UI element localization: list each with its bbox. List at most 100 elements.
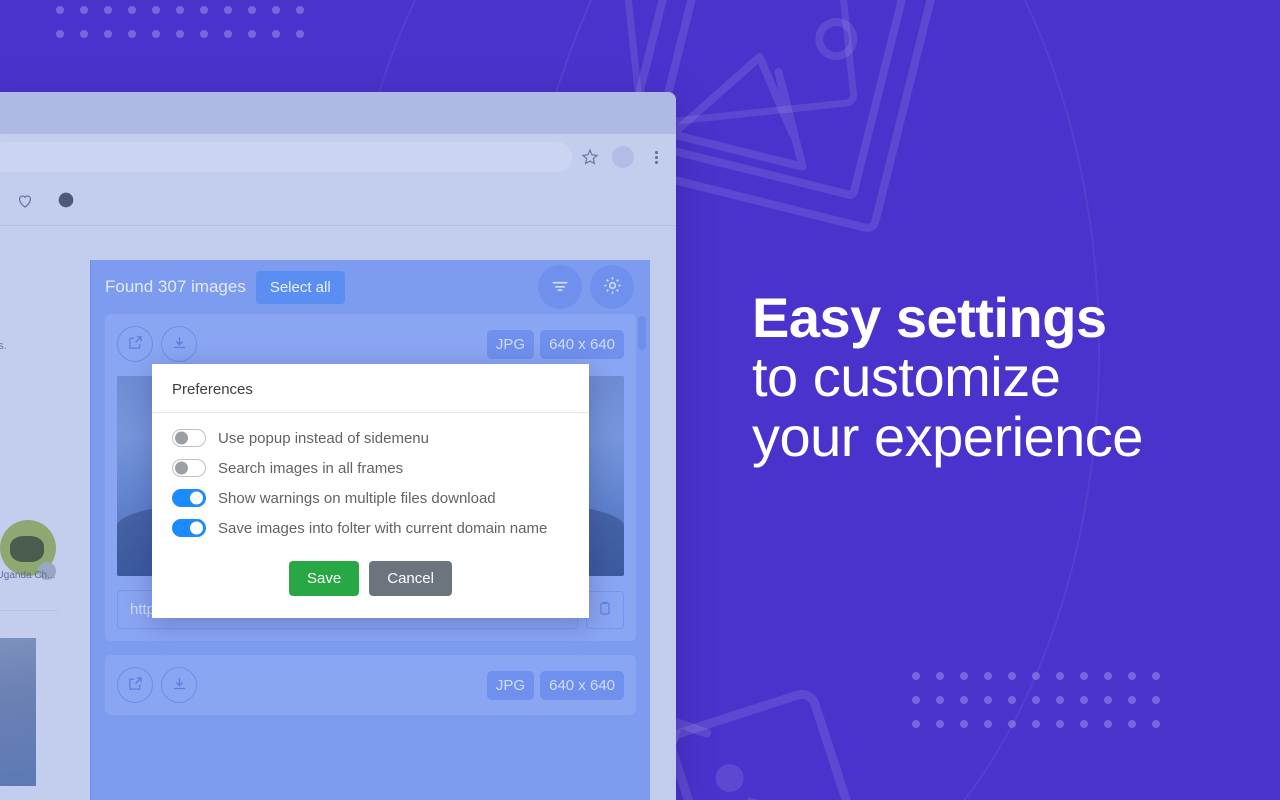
decorative-dot <box>984 696 992 704</box>
heart-icon[interactable] <box>16 192 38 214</box>
image-card-toolbar: JPG 640 x 640 <box>117 326 624 362</box>
decorative-dot <box>984 672 992 680</box>
decorative-dot <box>1080 672 1088 680</box>
decorative-dot <box>1104 672 1112 680</box>
decorative-dot <box>936 720 944 728</box>
preference-row: Use popup instead of sidemenu <box>172 429 569 447</box>
decorative-dot <box>200 6 208 14</box>
decorative-dot <box>1104 696 1112 704</box>
dimensions-badge: 640 x 640 <box>540 329 624 359</box>
download-image-button[interactable] <box>161 667 197 703</box>
image-meta-badges: JPG 640 x 640 <box>486 329 624 359</box>
address-bar[interactable] <box>0 142 572 172</box>
promo-line-2: to customize <box>752 345 1061 409</box>
decorative-dot <box>1056 672 1064 680</box>
preference-label: Use popup instead of sidemenu <box>218 429 429 447</box>
preference-row: Save images into folter with current dom… <box>172 519 569 537</box>
sidebar-header: Found 307 images Select all <box>91 260 650 314</box>
decorative-dot <box>1008 696 1016 704</box>
scrollbar-thumb[interactable] <box>638 316 646 350</box>
settings-button[interactable] <box>590 265 634 309</box>
avatar[interactable] <box>612 146 634 168</box>
page-thumbnail[interactable] <box>0 638 36 786</box>
filter-button[interactable] <box>538 265 582 309</box>
decorative-dot <box>176 30 184 38</box>
open-image-button[interactable] <box>117 667 153 703</box>
decorative-dot <box>200 30 208 38</box>
save-button[interactable]: Save <box>289 561 360 596</box>
preference-row: Show warnings on multiple files download <box>172 489 569 507</box>
dialog-footer: Save Cancel <box>152 555 589 618</box>
profile-icon[interactable] <box>58 192 80 214</box>
preference-row: Search images in all frames <box>172 459 569 477</box>
promo-headline: Easy settings to customize your experien… <box>752 288 1252 466</box>
image-card[interactable]: JPG 640 x 640 <box>105 655 636 715</box>
preferences-options: Use popup instead of sidemenu Search ima… <box>152 413 589 555</box>
decorative-dot <box>1032 696 1040 704</box>
promo-line-3: your experience <box>752 404 1143 468</box>
divider <box>0 610 58 611</box>
browser-window: aphers. Uganda Ch... Found 307 images Se… <box>0 92 676 800</box>
decorative-dot <box>152 6 160 14</box>
page-text-snippet: aphers. <box>0 340 7 352</box>
decorative-dot <box>984 720 992 728</box>
sidebar-header-actions <box>538 265 634 309</box>
decorative-dot <box>936 696 944 704</box>
decorative-dot <box>960 672 968 680</box>
image-card-toolbar: JPG 640 x 640 <box>117 667 624 703</box>
select-all-button[interactable]: Select all <box>255 270 345 304</box>
scrollbar-track[interactable] <box>638 314 646 800</box>
copy-url-button[interactable] <box>586 590 624 629</box>
decorative-dot <box>56 30 64 38</box>
found-images-count: Found 307 images <box>105 277 246 296</box>
decorative-dot <box>936 672 944 680</box>
toggle-use-popup[interactable] <box>172 429 206 447</box>
decorative-dot <box>960 696 968 704</box>
decorative-dot <box>1032 672 1040 680</box>
dialog-title: Preferences <box>152 364 589 413</box>
cancel-button[interactable]: Cancel <box>369 561 452 596</box>
format-badge: JPG <box>486 670 535 700</box>
preference-label: Search images in all frames <box>218 459 404 477</box>
toolbar-actions <box>580 134 666 180</box>
story-label: Uganda Ch... <box>0 570 56 581</box>
browser-tab-strip[interactable] <box>0 92 676 134</box>
format-badge: JPG <box>486 329 535 359</box>
decorative-dot <box>104 30 112 38</box>
promo-stage: Easy settings to customize your experien… <box>0 0 1280 800</box>
decorative-dot <box>272 6 280 14</box>
decorative-dot <box>1080 720 1088 728</box>
toggle-search-all-frames[interactable] <box>172 459 206 477</box>
download-icon <box>171 334 188 354</box>
decorative-dot <box>80 6 88 14</box>
download-image-button[interactable] <box>161 326 197 362</box>
star-icon[interactable] <box>580 147 600 167</box>
decorative-dot <box>1128 696 1136 704</box>
decorative-dot <box>176 6 184 14</box>
decorative-dot <box>272 30 280 38</box>
dimensions-badge: 640 x 640 <box>540 670 624 700</box>
download-icon <box>171 675 188 695</box>
decorative-dot <box>248 30 256 38</box>
decorative-dot <box>1080 696 1088 704</box>
promo-line-1: Easy settings <box>752 286 1107 349</box>
decorative-dot <box>912 672 920 680</box>
decorative-dot <box>248 6 256 14</box>
toggle-show-warnings[interactable] <box>172 489 206 507</box>
three-dot-menu-icon[interactable] <box>646 147 666 167</box>
decorative-dot <box>1104 720 1112 728</box>
decorative-dot <box>1056 696 1064 704</box>
decorative-dot <box>1008 672 1016 680</box>
decorative-dot <box>1032 720 1040 728</box>
decorative-dot <box>1056 720 1064 728</box>
decorative-dot <box>1152 672 1160 680</box>
copy-icon <box>597 600 613 619</box>
decorative-dot <box>104 6 112 14</box>
decorative-dot <box>1008 720 1016 728</box>
open-image-button[interactable] <box>117 326 153 362</box>
decorative-dot <box>1152 696 1160 704</box>
preference-label: Show warnings on multiple files download <box>218 489 496 507</box>
toggle-save-domain-folder[interactable] <box>172 519 206 537</box>
decorative-dot <box>152 30 160 38</box>
decorative-dot <box>56 6 64 14</box>
